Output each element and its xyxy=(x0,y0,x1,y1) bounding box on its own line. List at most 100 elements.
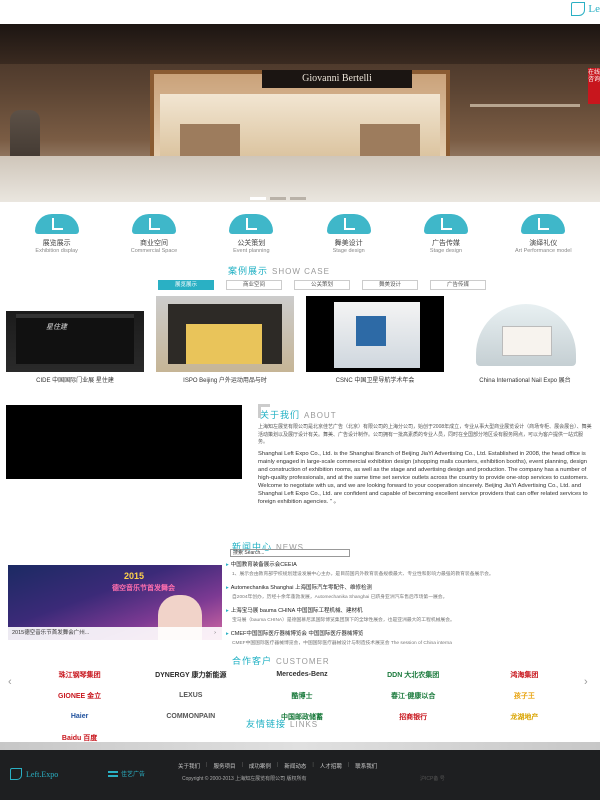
site-logo[interactable]: Le xyxy=(571,2,600,16)
footer-nav-link[interactable]: 联系我们 xyxy=(355,762,377,770)
case-card[interactable]: CSNC 中国卫星导航学术年会 xyxy=(306,296,444,384)
case-card[interactable]: ISPO Beijing 户外运动用品与时 xyxy=(156,296,294,384)
footer-nav-link[interactable]: 新闻动态 xyxy=(284,762,306,770)
hero-ceiling xyxy=(0,24,600,64)
customer-logo[interactable]: DYNERGY 康力新能源 xyxy=(135,666,246,683)
case-image[interactable]: 星住建 xyxy=(6,296,144,372)
customer-logo[interactable]: GIONEE 金立 xyxy=(24,687,135,704)
nav-separator: | xyxy=(206,762,208,768)
customer-title: 合作客户 xyxy=(232,656,273,666)
news-search-input[interactable]: 搜索 Search... xyxy=(230,549,350,557)
service-label-en: Exhibition display xyxy=(35,248,78,254)
case-image[interactable] xyxy=(156,296,294,372)
customer-logo[interactable]: Mercedes-Benz xyxy=(246,666,357,683)
tab-stage[interactable]: 舞美设计 xyxy=(362,280,418,290)
service-icon xyxy=(423,214,468,234)
case-caption[interactable]: ISPO Beijing 户外运动用品与时 xyxy=(156,375,294,384)
service-item[interactable]: 演绎礼仪 Art Performance model xyxy=(503,214,583,256)
service-label: 公关策划 xyxy=(237,240,266,247)
customer-logo[interactable]: 春江·健康以合 xyxy=(358,687,469,704)
carousel-next-button[interactable]: › xyxy=(584,676,588,688)
news-list: 中国教育装备展示会CEEIA 1、展示会由教育部学校规划建设发展中心主办，是目前… xyxy=(226,560,596,652)
case-caption[interactable]: CSNC 中国卫星导航学术年会 xyxy=(306,375,444,384)
banner-dot[interactable] xyxy=(290,197,306,200)
news-headline[interactable]: 中国教育装备展示会CEEIA xyxy=(226,560,596,568)
footer-nav-link[interactable]: 关于我们 xyxy=(178,762,200,770)
service-icon xyxy=(131,214,176,234)
customer-logo[interactable]: 鸿海集团 xyxy=(469,666,580,683)
footer-nav-link[interactable]: 人才招聘 xyxy=(320,762,342,770)
customer-logo[interactable]: Haier xyxy=(24,708,135,725)
nav-separator: | xyxy=(241,762,243,768)
logo-text: Le xyxy=(588,3,600,15)
tab-pr[interactable]: 公关策划 xyxy=(294,280,350,290)
case-caption[interactable]: China International Nail Expo 展台 xyxy=(456,375,594,384)
tab-exhibition[interactable]: 展览展示 xyxy=(158,280,214,290)
showcase-tabs: 展览展示 商业空间 公关策划 舞美设计 广告传媒 xyxy=(158,280,486,290)
service-item[interactable]: 公关策划 Event planning xyxy=(211,214,291,256)
showcase-list: 星住建 CIDE 中国国际门业展 星住建 ISPO Beijing 户外运动用品… xyxy=(6,296,596,384)
online-consult-tab[interactable]: 在线咨询 xyxy=(588,68,600,104)
banner-dot[interactable] xyxy=(270,197,286,200)
booth-counter xyxy=(502,326,552,356)
about-video[interactable] xyxy=(6,405,242,479)
news-item[interactable]: CMEF中国国际医疗器械博览会 中国国际医疗器械博览 CMEF中国国际医疗器械博… xyxy=(226,629,596,652)
news-headline[interactable]: Automechanika Shanghai 上海国际汽车零配件、维修检测 xyxy=(226,583,596,591)
case-card[interactable]: China International Nail Expo 展台 xyxy=(456,296,594,384)
case-image[interactable] xyxy=(456,296,594,372)
service-item[interactable]: 展览展示 Exhibition display xyxy=(17,214,97,256)
case-image[interactable] xyxy=(306,296,444,372)
news-item[interactable]: 中国教育装备展示会CEEIA 1、展示会由教育部学校规划建设发展中心主办，是目前… xyxy=(226,560,596,583)
service-item[interactable]: 广告传媒 Stage design xyxy=(406,214,486,256)
news-headline[interactable]: CMEF中国国际医疗器械博览会 中国国际医疗器械博览 xyxy=(226,629,596,637)
news-headline[interactable]: 上海宝马展 bauma CHINA 中国国际工程机械、建材机 xyxy=(226,606,596,614)
hero-banner[interactable]: Giovanni Bertelli 在线咨询 xyxy=(0,24,600,202)
news-desc: 自2004年创办，历经十余年蓬勃发展，Automechanika Shangha… xyxy=(232,595,448,600)
service-icons: 展览展示 Exhibition display 商业空间 Commercial … xyxy=(0,214,600,256)
service-label-en: Stage design xyxy=(429,248,463,254)
customer-logo[interactable]: DDN 大北农集团 xyxy=(358,666,469,683)
about-text-en: Shanghai Left Expo Co., Ltd. is the Shan… xyxy=(258,451,589,505)
service-item[interactable]: 舞美设计 Stage design xyxy=(309,214,389,256)
footer-brand[interactable]: 佳艺广告 xyxy=(108,769,145,778)
arrow-right-icon[interactable]: › xyxy=(214,627,216,640)
footer-nav-link[interactable]: 成功案例 xyxy=(249,762,271,770)
news-feature-caption[interactable]: 2015德空音乐节首发舞会广州... › xyxy=(8,627,222,640)
case-card[interactable]: 星住建 CIDE 中国国际门业展 星住建 xyxy=(6,296,144,384)
feature-headline: 德空音乐节首发舞会 xyxy=(112,585,175,592)
footer-logo[interactable]: Left.Expo xyxy=(10,768,58,780)
service-icon xyxy=(229,214,274,234)
booth-screen xyxy=(356,316,386,346)
footer-brand-text: 佳艺广告 xyxy=(121,772,146,778)
customer-logo[interactable]: 龙湖地产 xyxy=(469,708,580,725)
about-title: 关于我们 xyxy=(260,410,301,420)
customer-logo[interactable]: LEXUS xyxy=(135,687,246,704)
service-icon xyxy=(34,214,79,234)
service-icon xyxy=(521,214,566,234)
service-label-en: Commercial Space xyxy=(130,248,178,254)
case-caption[interactable]: CIDE 中国国际门业展 星住建 xyxy=(6,375,144,384)
tab-commercial[interactable]: 商业空间 xyxy=(226,280,282,290)
tab-advertising[interactable]: 广告传媒 xyxy=(430,280,486,290)
copyright: Copyright © 2000-2013 上海知左展览有限公司 版权所有 xyxy=(182,776,307,782)
brand-wave-icon xyxy=(108,770,118,777)
customer-logo[interactable]: COMMONPAIN xyxy=(135,708,246,725)
service-item[interactable]: 商业空间 Commercial Space xyxy=(114,214,194,256)
banner-dot[interactable] xyxy=(250,197,266,200)
hero-signboard: Giovanni Bertelli xyxy=(262,70,412,88)
service-label: 演绎礼仪 xyxy=(529,240,558,247)
service-label-en: Event planning xyxy=(233,248,270,254)
customer-logo[interactable]: 酷博士 xyxy=(246,687,357,704)
news-desc: 1、展示会由教育部学校规划建设发展中心主办，是目前国内外教育装备规模最大、专业性… xyxy=(232,572,494,577)
news-desc: CMEF中国国际医疗器械博览会，中国国际医疗器械设计与制造技术展览会 The s… xyxy=(232,641,452,646)
customer-logo[interactable]: 孩子王 xyxy=(469,687,580,704)
links-title: 友情链接 xyxy=(246,719,287,729)
customer-logo[interactable]: 珠江钢琴集团 xyxy=(24,666,135,683)
carousel-prev-button[interactable]: ‹ xyxy=(8,676,12,688)
about-heading: 关于我们 ABOUT xyxy=(260,408,337,421)
news-item[interactable]: Automechanika Shanghai 上海国际汽车零配件、维修检测 自2… xyxy=(226,583,596,606)
news-item[interactable]: 上海宝马展 bauma CHINA 中国国际工程机械、建材机 宝马展（bauma… xyxy=(226,606,596,629)
about-title-en: ABOUT xyxy=(304,411,337,420)
footer-nav-link[interactable]: 服务项目 xyxy=(213,762,235,770)
customer-logo[interactable]: 招商银行 xyxy=(358,708,469,725)
